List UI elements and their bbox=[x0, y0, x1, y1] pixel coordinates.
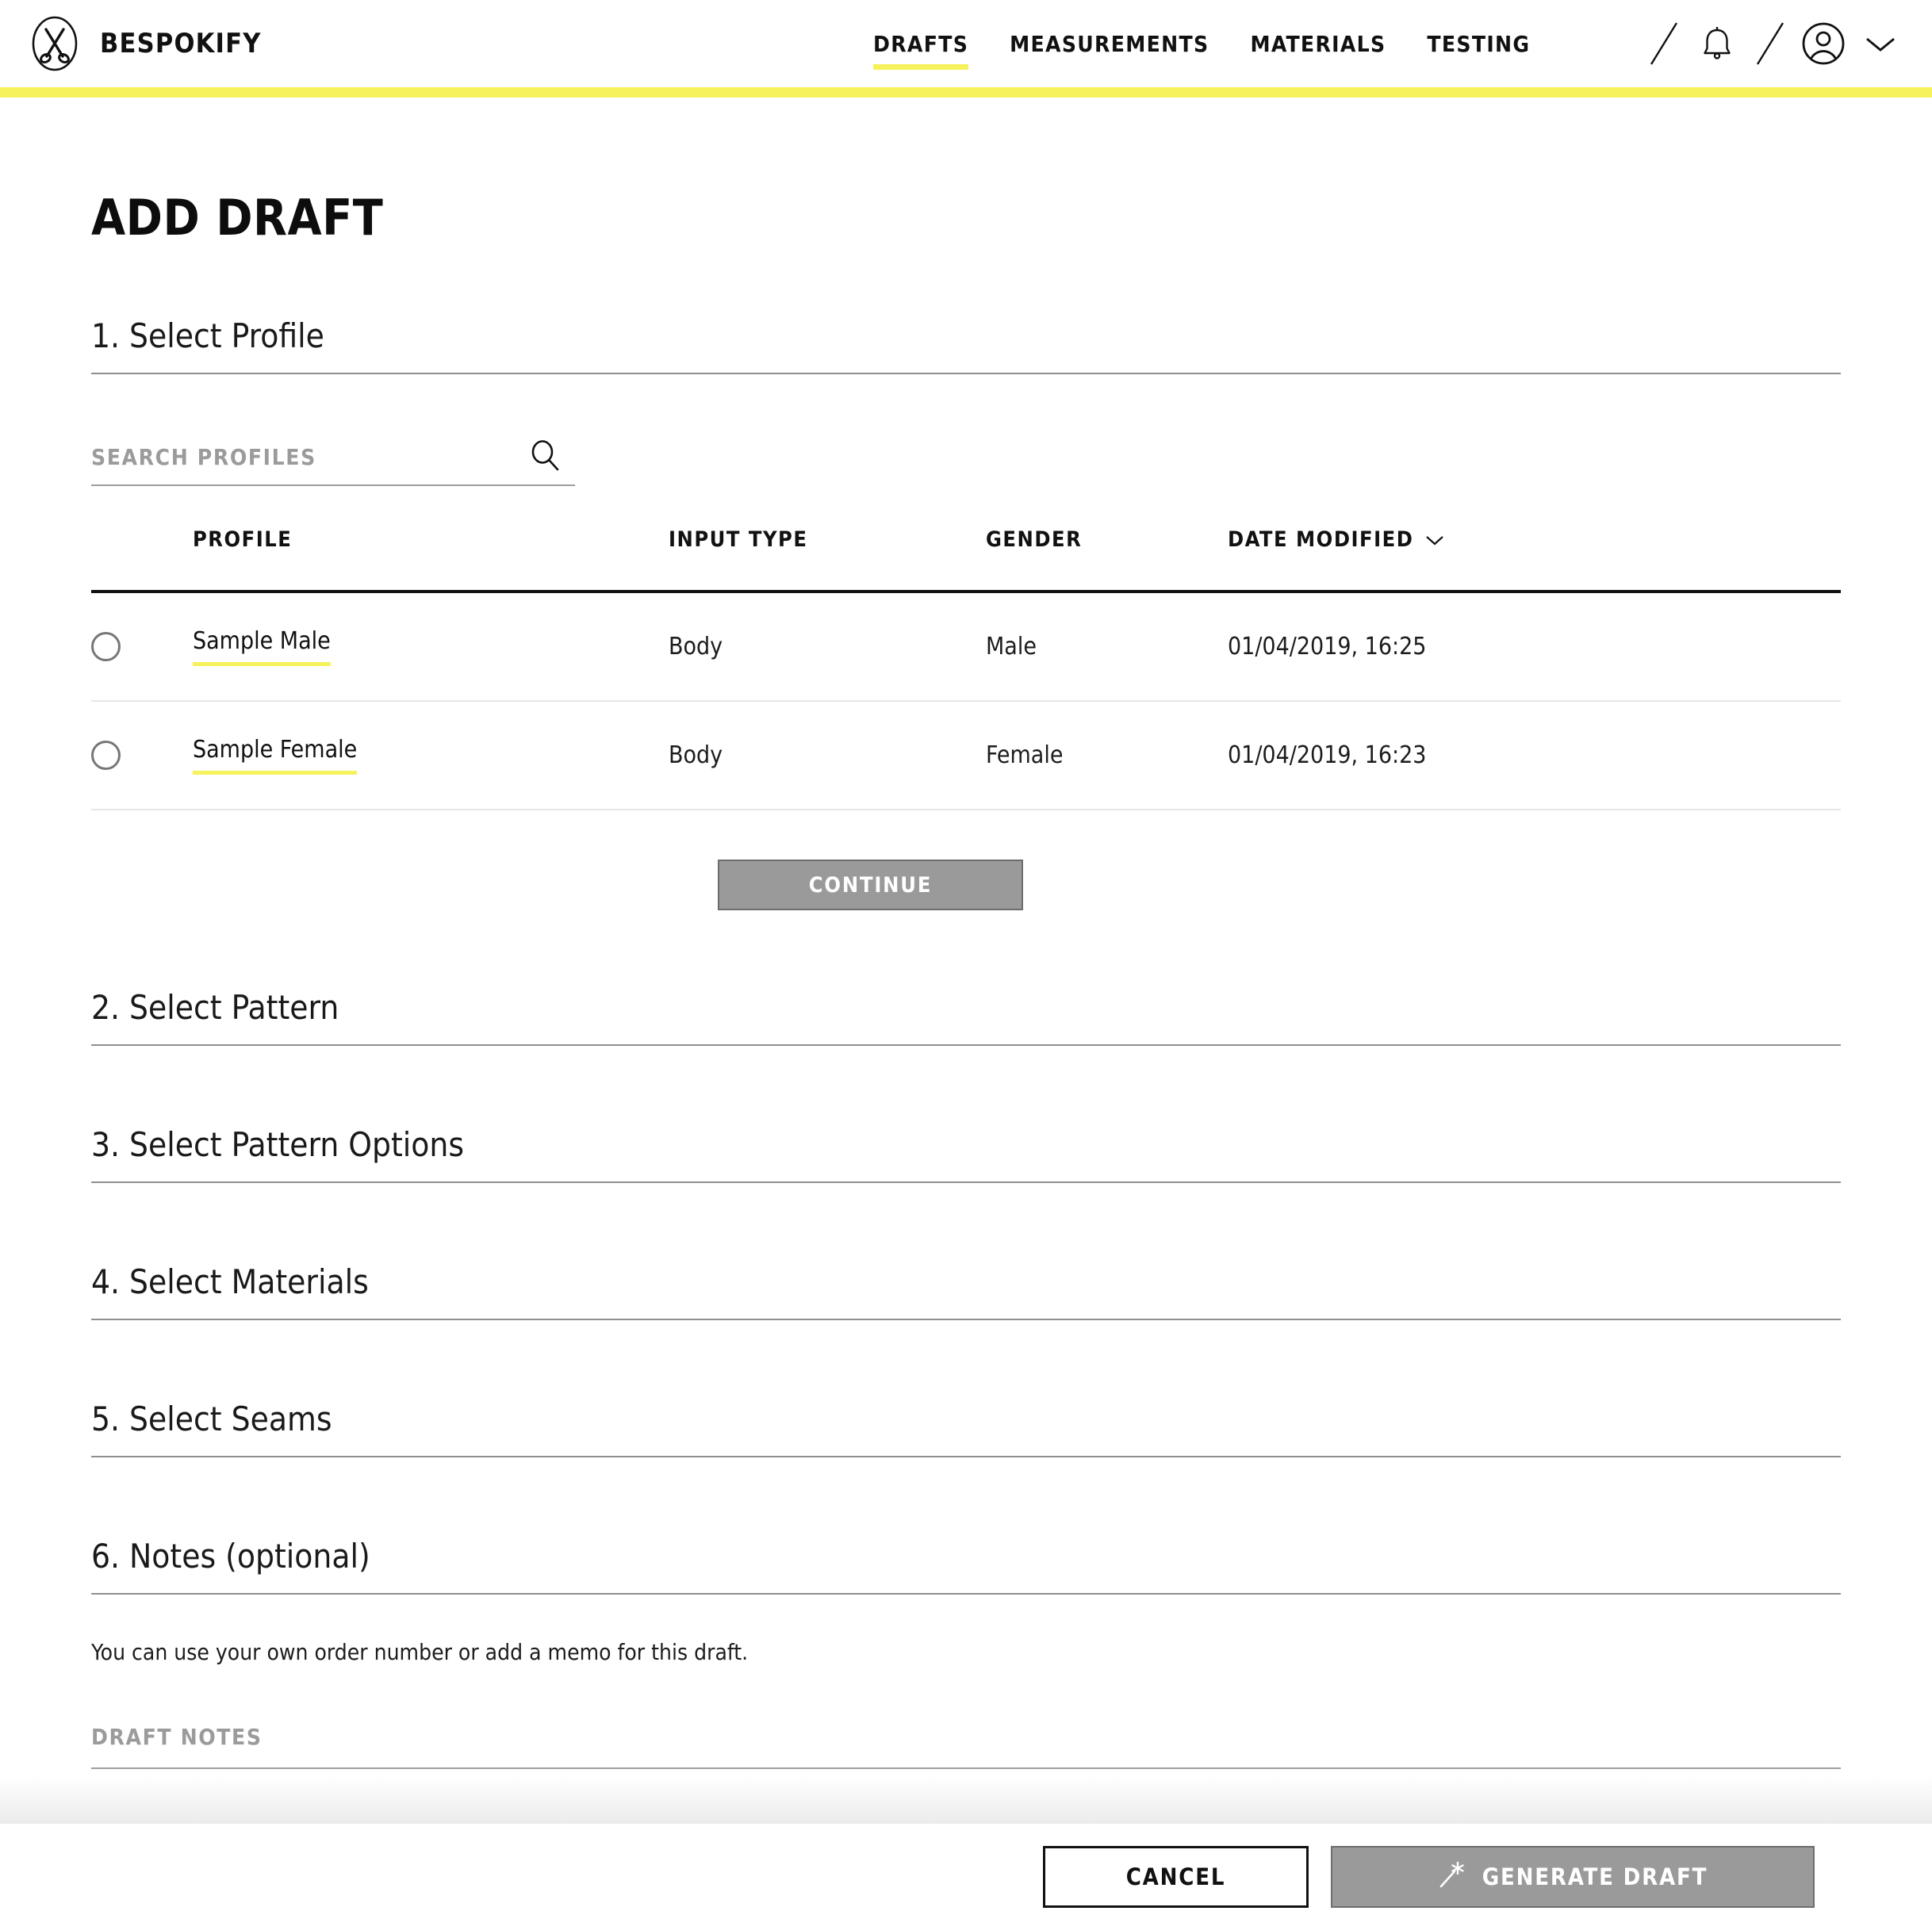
chevron-down-icon bbox=[1424, 527, 1445, 552]
header-accent-bar bbox=[0, 87, 1932, 98]
row-select-cell bbox=[91, 701, 193, 810]
footer-bar: CANCEL GENERATE DRAFT bbox=[0, 1824, 1932, 1930]
col-gender[interactable]: GENDER bbox=[986, 527, 1228, 592]
brand-logo[interactable]: BESPOKIFY bbox=[25, 14, 262, 73]
table-row[interactable]: Sample Male Body Male 01/04/2019, 16:25 bbox=[91, 592, 1841, 701]
radio-sample-male[interactable] bbox=[91, 632, 121, 661]
section-select-pattern[interactable]: 2. Select Pattern bbox=[91, 988, 1841, 1046]
section-notes[interactable]: 6. Notes (optional) bbox=[91, 1537, 1841, 1595]
draft-notes-input[interactable] bbox=[91, 1724, 1841, 1750]
section-divider bbox=[91, 1319, 1841, 1320]
notes-hint-text: You can use your own order number or add… bbox=[91, 1639, 749, 1665]
section-divider bbox=[91, 1593, 1841, 1595]
section-divider bbox=[91, 373, 1841, 374]
main-nav: DRAFTS MEASUREMENTS MATERIALS TESTING bbox=[853, 0, 1551, 87]
section-title-select-pattern: 2. Select Pattern bbox=[91, 988, 339, 1027]
profiles-table: PROFILE INPUT TYPE GENDER DATE MODIFIED bbox=[91, 527, 1841, 810]
section-divider bbox=[91, 1181, 1841, 1183]
col-select bbox=[91, 527, 193, 592]
table-header-row: PROFILE INPUT TYPE GENDER DATE MODIFIED bbox=[91, 527, 1841, 592]
section-divider bbox=[91, 1456, 1841, 1457]
search-profiles-field bbox=[91, 440, 575, 486]
nav-item-drafts[interactable]: DRAFTS bbox=[853, 31, 989, 70]
magic-wand-icon bbox=[1438, 1859, 1466, 1895]
main-content: ADD DRAFT 1. Select Profile PROFILE INPU… bbox=[0, 98, 1932, 1769]
profile-link-sample-female[interactable]: Sample Female bbox=[193, 736, 358, 775]
section-title-select-materials: 4. Select Materials bbox=[91, 1262, 369, 1301]
page-title: ADD DRAFT bbox=[91, 189, 384, 247]
section-select-pattern-options[interactable]: 3. Select Pattern Options bbox=[91, 1125, 1841, 1183]
row-input-type-cell: Body bbox=[669, 633, 723, 661]
user-avatar-icon[interactable] bbox=[1794, 0, 1853, 87]
section-select-profile: 1. Select Profile bbox=[91, 316, 1841, 374]
row-gender-cell: Male bbox=[986, 633, 1037, 661]
divider-slash-icon-2 bbox=[1746, 0, 1794, 87]
col-date-modified-label: DATE MODIFIED bbox=[1228, 527, 1414, 552]
divider-slash-icon bbox=[1640, 0, 1688, 87]
chevron-down-icon[interactable] bbox=[1853, 0, 1908, 87]
row-input-type-cell: Body bbox=[669, 741, 723, 769]
col-date-modified: DATE MODIFIED bbox=[1228, 527, 1841, 592]
bell-icon[interactable] bbox=[1688, 0, 1746, 87]
draft-notes-field bbox=[91, 1724, 1841, 1769]
profiles-table-head: PROFILE INPUT TYPE GENDER DATE MODIFIED bbox=[91, 527, 1841, 592]
row-date-modified-cell: 01/04/2019, 16:25 bbox=[1228, 633, 1427, 661]
section-title-notes: 6. Notes (optional) bbox=[91, 1537, 370, 1576]
continue-button[interactable]: CONTINUE bbox=[718, 860, 1023, 910]
nav-item-materials[interactable]: MATERIALS bbox=[1229, 31, 1406, 57]
col-profile[interactable]: PROFILE bbox=[193, 527, 669, 592]
sort-date-modified[interactable]: DATE MODIFIED bbox=[1228, 527, 1445, 552]
header-actions bbox=[1640, 0, 1908, 87]
search-input[interactable] bbox=[91, 444, 472, 470]
section-divider bbox=[91, 1044, 1841, 1046]
search-icon[interactable] bbox=[524, 435, 565, 476]
scissors-icon bbox=[25, 14, 84, 73]
row-select-cell bbox=[91, 592, 193, 701]
table-row[interactable]: Sample Female Body Female 01/04/2019, 16… bbox=[91, 701, 1841, 810]
generate-draft-label: GENERATE DRAFT bbox=[1482, 1863, 1708, 1890]
row-gender-cell: Female bbox=[986, 741, 1064, 769]
col-input-type[interactable]: INPUT TYPE bbox=[669, 527, 986, 592]
row-profile-cell: Sample Female bbox=[193, 701, 669, 810]
radio-sample-female[interactable] bbox=[91, 741, 121, 770]
section-title-select-pattern-options: 3. Select Pattern Options bbox=[91, 1125, 465, 1164]
footer-shadow bbox=[0, 1776, 1932, 1824]
generate-draft-button[interactable]: GENERATE DRAFT bbox=[1331, 1846, 1815, 1908]
section-select-seams[interactable]: 5. Select Seams bbox=[91, 1400, 1841, 1457]
nav-item-testing[interactable]: TESTING bbox=[1406, 31, 1551, 57]
section-select-materials[interactable]: 4. Select Materials bbox=[91, 1262, 1841, 1320]
app-header: BESPOKIFY DRAFTS MEASUREMENTS MATERIALS … bbox=[0, 0, 1932, 87]
nav-item-measurements[interactable]: MEASUREMENTS bbox=[989, 31, 1229, 57]
profile-link-sample-male[interactable]: Sample Male bbox=[193, 627, 331, 666]
cancel-button[interactable]: CANCEL bbox=[1043, 1846, 1309, 1908]
row-date-modified-cell: 01/04/2019, 16:23 bbox=[1228, 741, 1427, 769]
profiles-table-body: Sample Male Body Male 01/04/2019, 16:25 … bbox=[91, 592, 1841, 810]
section-title-select-seams: 5. Select Seams bbox=[91, 1400, 332, 1438]
continue-row: CONTINUE bbox=[91, 860, 1841, 910]
brand-name: BESPOKIFY bbox=[100, 28, 262, 59]
section-title-select-profile: 1. Select Profile bbox=[91, 316, 324, 355]
row-profile-cell: Sample Male bbox=[193, 592, 669, 701]
